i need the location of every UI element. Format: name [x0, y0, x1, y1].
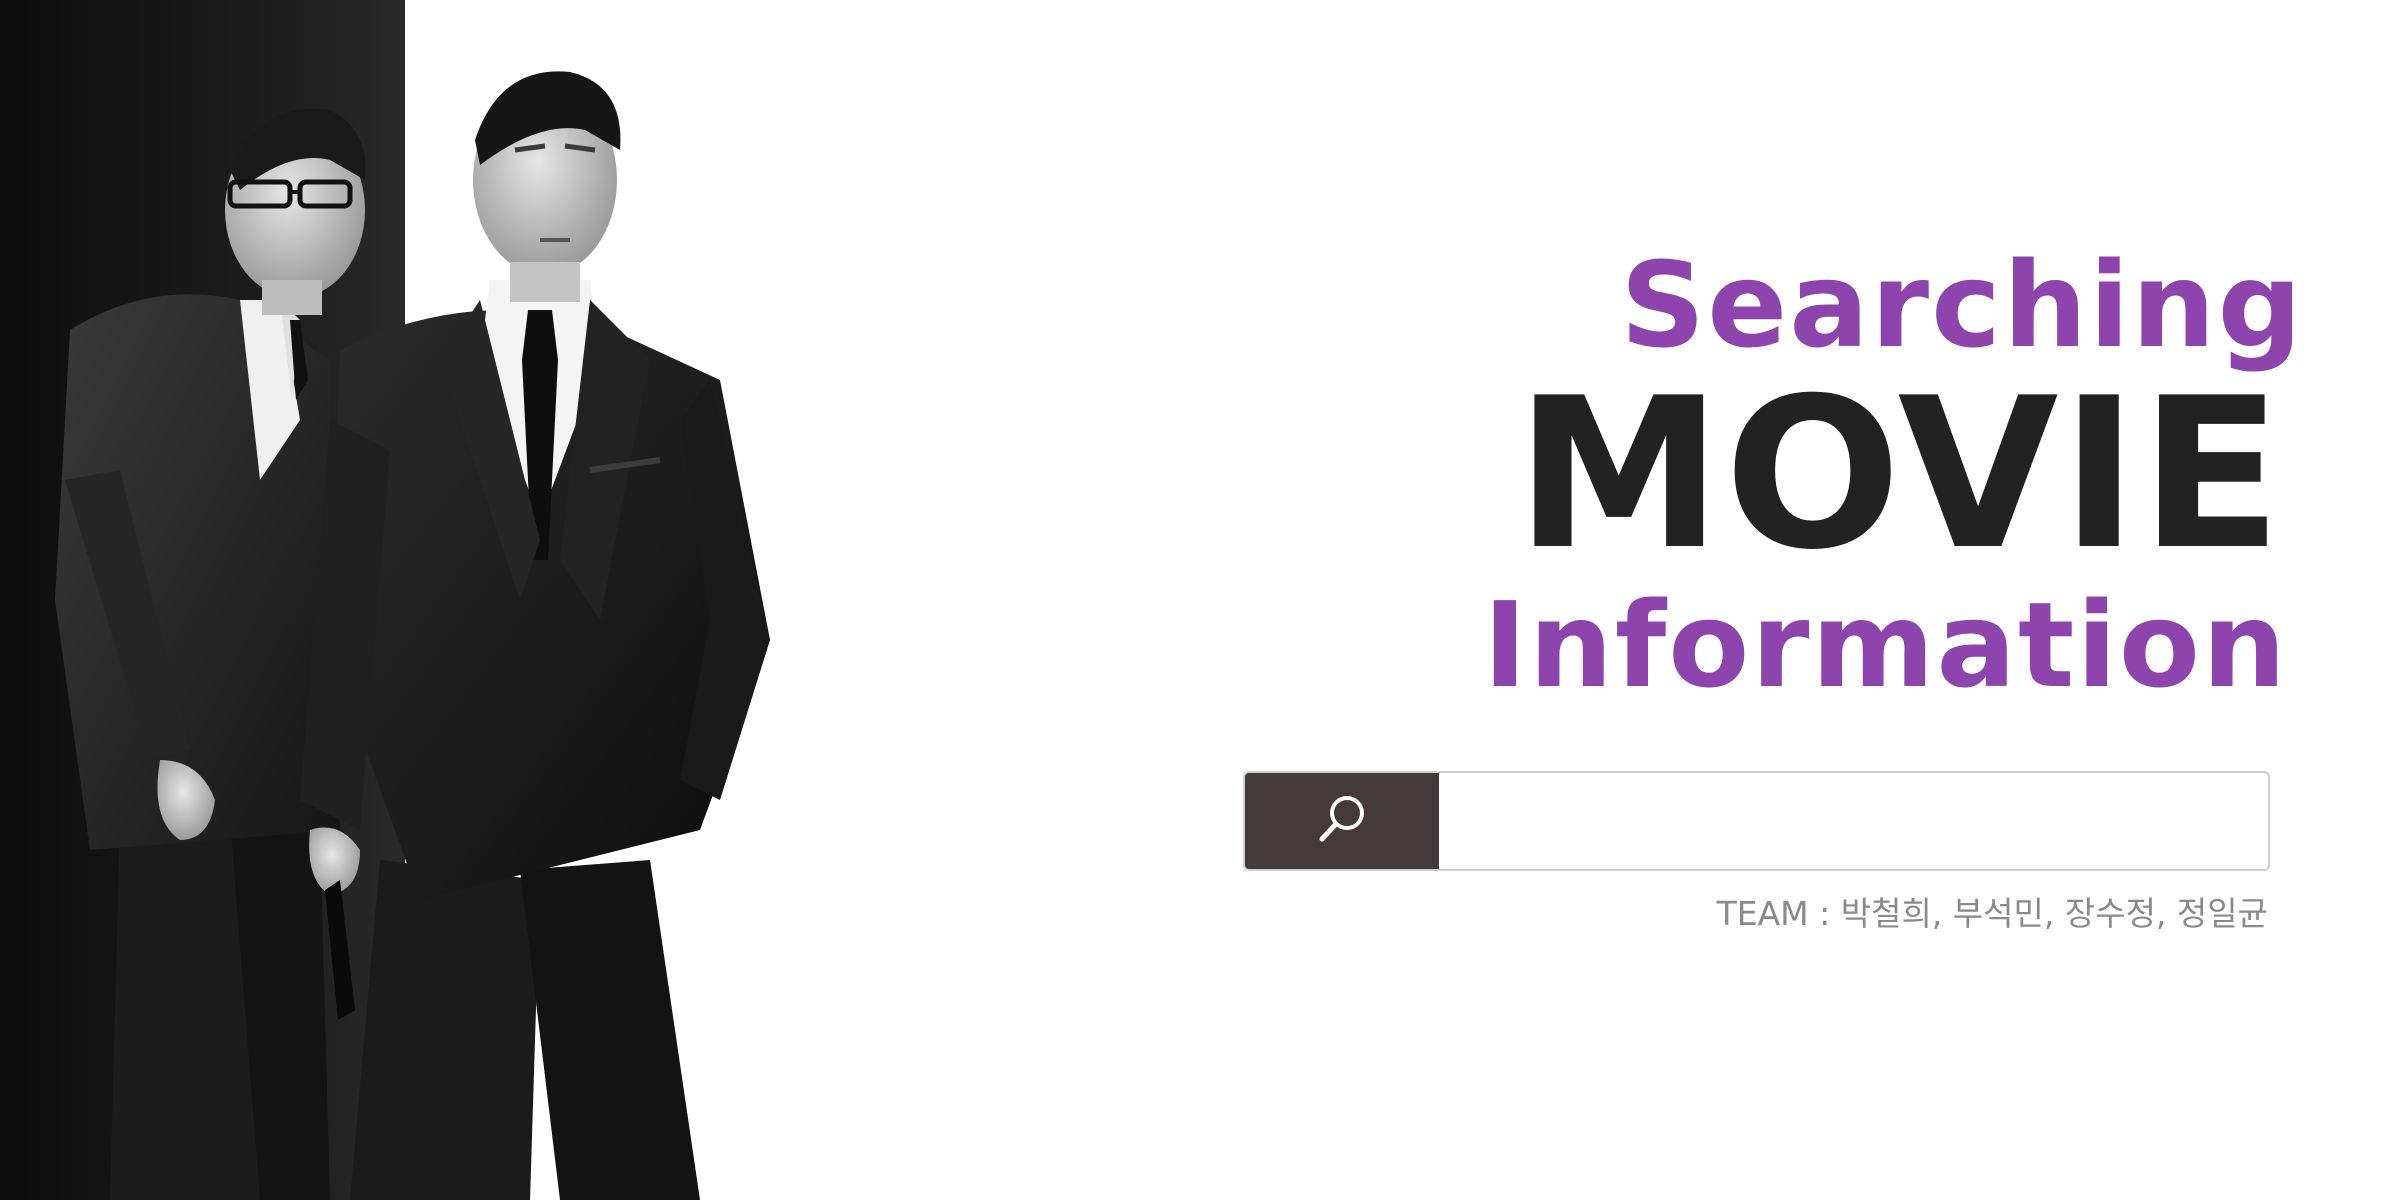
search-input[interactable] [1439, 773, 2268, 869]
title-movie: MOVIE [1515, 354, 2284, 596]
hero-image [0, 0, 800, 1200]
search-icon [1314, 791, 1370, 851]
hero-title: Searching MOVIE Information [1483, 235, 2304, 715]
search-bar [1243, 771, 2270, 871]
title-information: Information [1482, 576, 2288, 714]
team-credit: TEAM : 박철희, 부석민, 장수정, 정일균 [1716, 894, 2268, 933]
landing-page: Searching MOVIE Information TEAM : 박철희, … [0, 0, 2400, 1200]
search-button[interactable] [1245, 773, 1439, 869]
